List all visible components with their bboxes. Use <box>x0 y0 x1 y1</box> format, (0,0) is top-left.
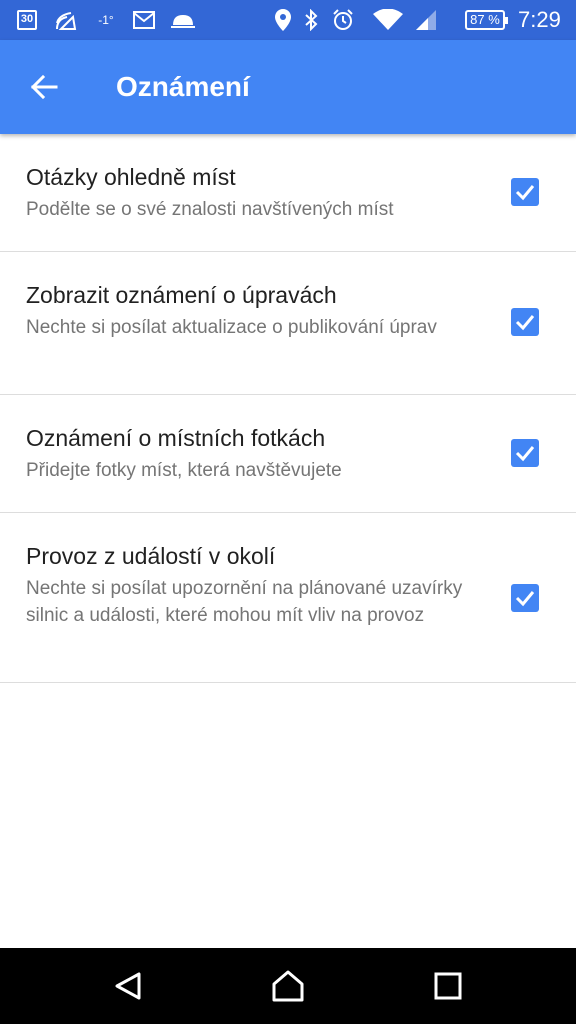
setting-text: Oznámení o místních fotkách Přidejte fot… <box>26 423 476 484</box>
checkmark-icon <box>515 446 535 462</box>
nfc-icon <box>52 0 80 40</box>
setting-summary: Nechte si posílat upozornění na plánovan… <box>26 578 463 626</box>
nav-recents-button[interactable] <box>408 948 488 1024</box>
page-title: Oznámení <box>116 71 250 102</box>
alarm-icon <box>330 0 356 40</box>
checkbox-place-questions[interactable] <box>511 178 539 206</box>
calendar-icon: 30 <box>15 0 39 40</box>
checkbox-local-photos[interactable] <box>511 439 539 467</box>
weather-icon <box>170 0 196 40</box>
checkbox-traffic-events[interactable] <box>511 584 539 612</box>
location-icon <box>272 0 294 40</box>
back-triangle-icon <box>115 972 141 1000</box>
setting-row-local-photos[interactable]: Oznámení o místních fotkách Přidejte fot… <box>0 395 576 513</box>
status-bar: 30 -1° 87 % 7:29 <box>0 0 576 40</box>
app-bar: Oznámení <box>0 40 576 134</box>
back-button[interactable] <box>16 63 72 111</box>
nav-back-button[interactable] <box>88 948 168 1024</box>
setting-summary: Podělte se o své znalosti navštívených m… <box>26 199 394 220</box>
setting-row-traffic-events[interactable]: Provoz z událostí v okolí Nechte si posí… <box>0 513 576 683</box>
navigation-bar <box>0 948 576 1024</box>
checkmark-icon <box>515 591 535 607</box>
signal-icon <box>412 0 440 40</box>
checkmark-icon <box>515 315 535 331</box>
setting-text: Provoz z událostí v okolí Nechte si posí… <box>26 541 476 629</box>
bluetooth-icon <box>300 0 322 40</box>
setting-summary: Nechte si posílat aktualizace o publikov… <box>26 317 437 338</box>
battery-icon: 87 % <box>462 0 508 40</box>
setting-title: Oznámení o místních fotkách <box>26 425 326 451</box>
nav-home-button[interactable] <box>248 948 328 1024</box>
setting-row-place-questions[interactable]: Otázky ohledně míst Podělte se o své zna… <box>0 134 576 252</box>
gmail-icon <box>132 0 156 40</box>
calendar-day: 30 <box>17 10 37 30</box>
setting-title: Otázky ohledně míst <box>26 164 236 190</box>
checkbox-edit-notifications[interactable] <box>511 308 539 336</box>
home-icon <box>272 970 304 1002</box>
wifi-icon <box>372 0 404 40</box>
checkmark-icon <box>515 185 535 201</box>
setting-text: Otázky ohledně míst Podělte se o své zna… <box>26 162 476 223</box>
arrow-back-icon <box>30 74 58 100</box>
setting-text: Zobrazit oznámení o úpravách Nechte si p… <box>26 280 476 341</box>
setting-title: Provoz z událostí v okolí <box>26 543 276 569</box>
recents-icon <box>434 972 462 1000</box>
battery-percent: 87 % <box>465 10 508 30</box>
setting-row-edit-notifications[interactable]: Zobrazit oznámení o úpravách Nechte si p… <box>0 252 576 395</box>
temperature: -1° <box>98 13 114 27</box>
settings-list: Otázky ohledně míst Podělte se o své zna… <box>0 134 576 683</box>
clock: 7:29 <box>518 7 561 32</box>
setting-summary: Přidejte fotky míst, která navštěvujete <box>26 460 342 481</box>
setting-title: Zobrazit oznámení o úpravách <box>26 282 337 308</box>
